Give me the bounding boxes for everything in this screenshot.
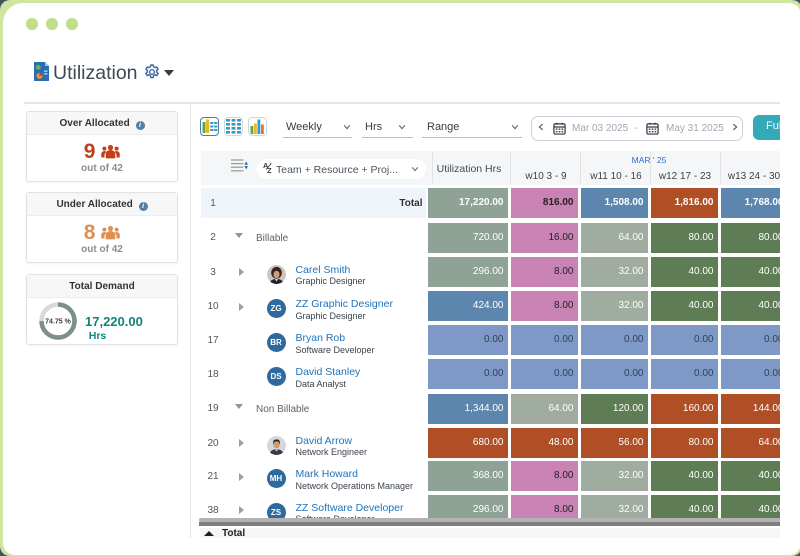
svg-text:74.75 %: 74.75 %: [45, 319, 71, 326]
